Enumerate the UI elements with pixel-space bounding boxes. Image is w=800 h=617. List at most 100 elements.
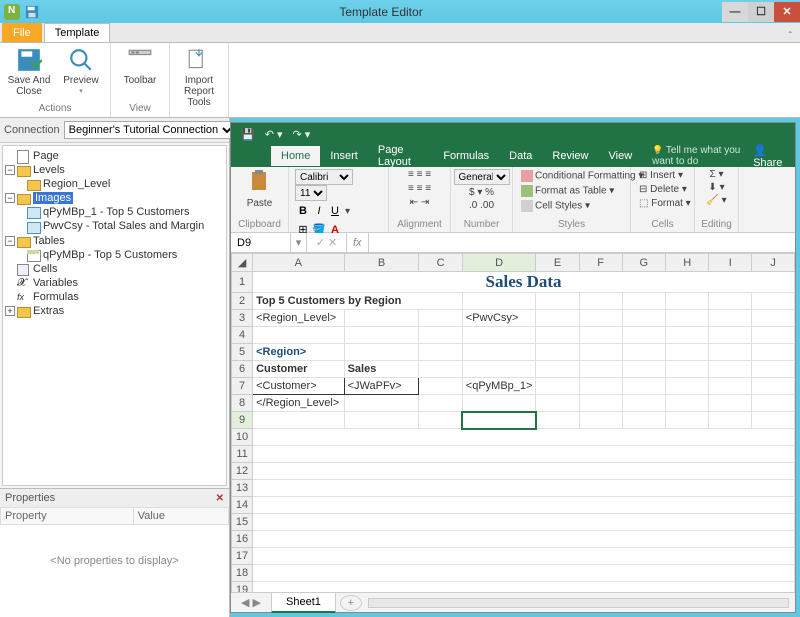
cell[interactable] (344, 327, 419, 344)
tree-images[interactable]: Images (33, 192, 73, 204)
cell[interactable] (419, 395, 462, 412)
cell[interactable] (462, 395, 536, 412)
cell[interactable] (622, 344, 665, 361)
select-all[interactable]: ◢ (232, 254, 253, 272)
excel-tab-insert[interactable]: Insert (320, 146, 368, 166)
cell[interactable] (579, 293, 622, 310)
cell[interactable] (622, 293, 665, 310)
row-header[interactable]: 3 (232, 310, 253, 327)
excel-save-icon[interactable]: 💾 (241, 128, 255, 141)
currency-button[interactable]: $ ▾ % (469, 187, 494, 198)
collapse-icon[interactable]: − (5, 236, 15, 246)
cell[interactable] (462, 293, 536, 310)
col-header[interactable]: D (462, 254, 536, 272)
cell[interactable] (253, 412, 345, 429)
cell[interactable] (253, 446, 795, 463)
cell[interactable] (752, 395, 795, 412)
cell[interactable] (579, 327, 622, 344)
col-header[interactable]: I (709, 254, 752, 272)
tree-tbl1[interactable]: qPyMBp - Top 5 Customers (43, 249, 177, 261)
cell[interactable]: Top 5 Customers by Region (253, 293, 463, 310)
cell[interactable] (536, 361, 579, 378)
cell[interactable] (344, 344, 419, 361)
tree-extras[interactable]: Extras (33, 305, 64, 317)
properties-close-icon[interactable]: ✕ (216, 493, 224, 504)
col-header[interactable]: F (579, 254, 622, 272)
cell[interactable] (253, 582, 795, 593)
cell[interactable] (666, 378, 709, 395)
col-header[interactable]: B (344, 254, 419, 272)
cell[interactable] (536, 378, 579, 395)
cell[interactable]: Customer (253, 361, 345, 378)
fill-button[interactable]: ⬇ ▾ (708, 182, 724, 193)
cell[interactable] (253, 548, 795, 565)
cell[interactable] (752, 327, 795, 344)
cell[interactable] (253, 531, 795, 548)
row-header[interactable]: 17 (232, 548, 253, 565)
cell[interactable] (622, 361, 665, 378)
tree-tables[interactable]: Tables (33, 235, 65, 247)
cell[interactable] (709, 310, 752, 327)
col-header[interactable]: A (253, 254, 345, 272)
cell[interactable] (622, 310, 665, 327)
col-header[interactable]: G (622, 254, 665, 272)
tree-view[interactable]: Page −Levels Region_Level −Images qPyMBp… (2, 145, 227, 486)
horizontal-scrollbar[interactable] (368, 598, 789, 608)
cell[interactable] (536, 412, 579, 429)
sheet-nav[interactable]: ◀ ▶ (231, 596, 271, 609)
cell[interactable] (253, 327, 345, 344)
tree-region-level[interactable]: Region_Level (43, 178, 110, 190)
row-header[interactable]: 7 (232, 378, 253, 395)
insert-cells-button[interactable]: ⊞ Insert ▾ (637, 169, 685, 182)
col-header[interactable]: E (536, 254, 579, 272)
cell[interactable] (752, 378, 795, 395)
tree-variables[interactable]: Variables (33, 277, 78, 289)
excel-undo-icon[interactable]: ↶ ▾ (265, 128, 283, 141)
cell[interactable] (579, 395, 622, 412)
align-mid-row[interactable]: ≡ ≡ ≡ (408, 183, 431, 194)
cell[interactable] (579, 412, 622, 429)
cell[interactable] (536, 310, 579, 327)
collapse-icon[interactable]: − (5, 193, 15, 203)
row-header[interactable]: 18 (232, 565, 253, 582)
conditional-formatting-button[interactable]: Conditional Formatting ▾ (519, 169, 645, 183)
cell[interactable] (709, 293, 752, 310)
cell[interactable] (253, 514, 795, 531)
sheet-tab[interactable]: Sheet1 (271, 592, 336, 613)
cell[interactable] (666, 327, 709, 344)
name-box-dropdown-icon[interactable]: ▾ (291, 233, 307, 252)
cell-styles-button[interactable]: Cell Styles ▾ (519, 199, 592, 213)
connection-select[interactable]: Beginner's Tutorial Connection (64, 121, 236, 139)
cell[interactable] (622, 395, 665, 412)
delete-cells-button[interactable]: ⊟ Delete ▾ (637, 183, 689, 196)
clear-button[interactable]: 🧹 ▾ (706, 195, 726, 206)
cell[interactable] (709, 395, 752, 412)
cell[interactable] (253, 480, 795, 497)
cell[interactable] (419, 361, 462, 378)
cell[interactable] (419, 412, 462, 429)
cell[interactable]: <PwvCsy> (462, 310, 536, 327)
cell[interactable]: <Region_Level> (253, 310, 345, 327)
cell[interactable] (666, 361, 709, 378)
cell[interactable] (536, 327, 579, 344)
cell[interactable]: <qPyMBp_1> (462, 378, 536, 395)
cell[interactable] (536, 293, 579, 310)
cell[interactable] (752, 344, 795, 361)
tree-img1[interactable]: qPyMBp_1 - Top 5 Customers (43, 206, 190, 218)
row-header[interactable]: 2 (232, 293, 253, 310)
col-header[interactable]: C (419, 254, 462, 272)
format-as-table-button[interactable]: Format as Table ▾ (519, 184, 616, 198)
cell[interactable] (344, 310, 419, 327)
row-header[interactable]: 14 (232, 497, 253, 514)
font-size-select[interactable]: 11 (295, 185, 327, 201)
excel-tell-me[interactable]: Tell me what you want to do (652, 145, 753, 167)
row-header[interactable]: 13 (232, 480, 253, 497)
cell[interactable] (419, 344, 462, 361)
row-header[interactable]: 4 (232, 327, 253, 344)
tree-levels[interactable]: Levels (33, 164, 65, 176)
cell[interactable]: Sales (344, 361, 419, 378)
cell[interactable] (579, 361, 622, 378)
minimize-button[interactable]: — (722, 2, 748, 22)
cell[interactable] (709, 378, 752, 395)
ribbon-collapse-icon[interactable]: ˆ (789, 31, 792, 42)
